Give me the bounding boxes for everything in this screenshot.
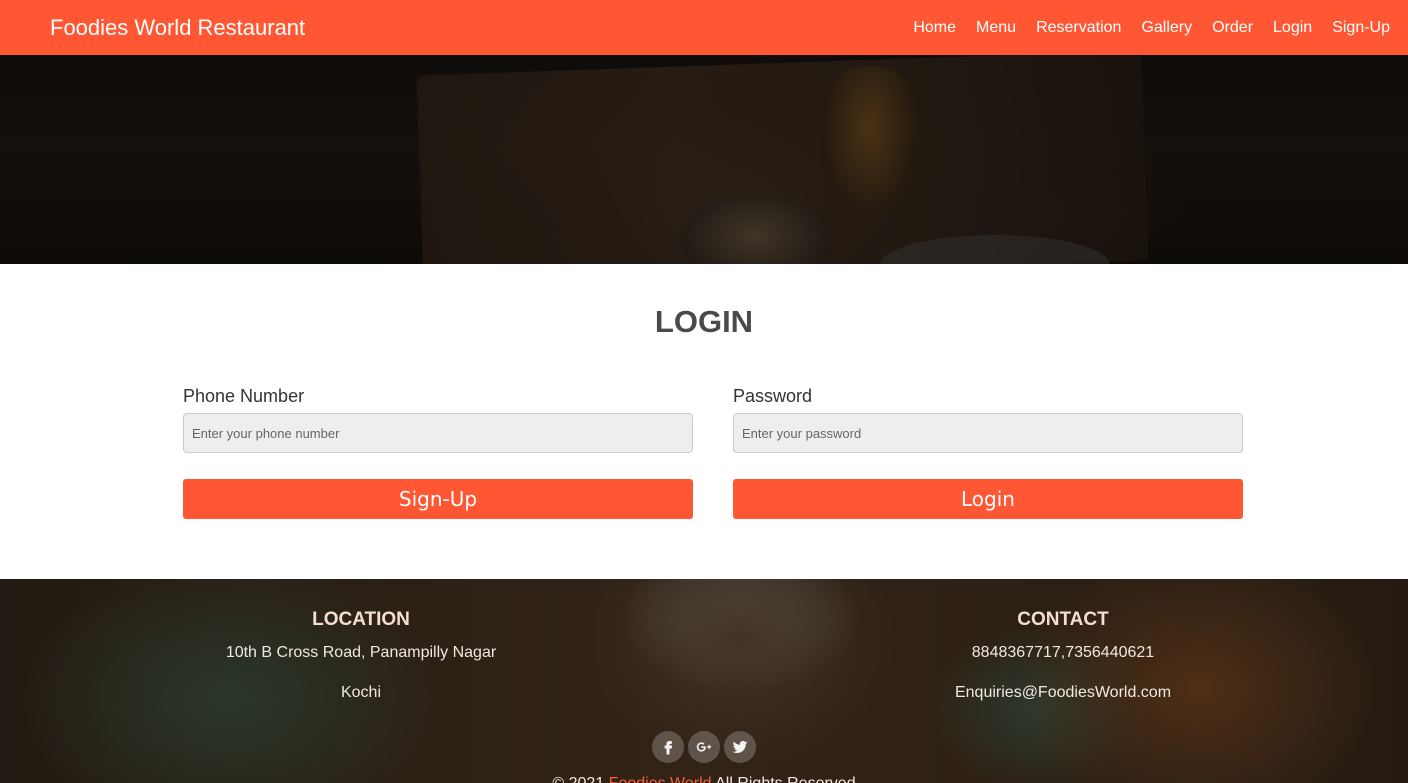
hero-overlay: [0, 55, 1408, 264]
location-address: 10th B Cross Road, Panampilly Nagar: [225, 644, 497, 661]
social-links: [0, 731, 1408, 763]
footer: LOCATION 10th B Cross Road, Panampilly N…: [0, 579, 1408, 783]
password-field-group: Password: [733, 386, 1243, 453]
location-heading: LOCATION: [312, 609, 410, 630]
phone-label: Phone Number: [183, 386, 305, 406]
nav-link-order[interactable]: Order: [1212, 19, 1253, 37]
nav-link-login[interactable]: Login: [1273, 19, 1312, 37]
contact-phone: 8848367717,7356440621: [971, 644, 1155, 661]
nav-link-signup[interactable]: Sign-Up: [1332, 19, 1390, 37]
password-label: Password: [733, 386, 813, 406]
location-city: Kochi: [340, 684, 382, 701]
top-navbar: Foodies World Restaurant Home Menu Reser…: [0, 0, 1408, 55]
login-button[interactable]: Login: [733, 479, 1243, 519]
password-input[interactable]: [733, 413, 1243, 453]
phone-field-group: Phone Number: [183, 386, 693, 453]
google-plus-icon[interactable]: [688, 731, 720, 763]
facebook-icon[interactable]: [652, 731, 684, 763]
hero-banner: [0, 55, 1408, 264]
nav-link-home[interactable]: Home: [913, 19, 956, 37]
signup-button[interactable]: Sign-Up: [183, 479, 693, 519]
login-section: LOGIN Phone Number Password Sign-Up Logi…: [0, 264, 1408, 579]
twitter-icon[interactable]: [724, 731, 756, 763]
nav-link-gallery[interactable]: Gallery: [1141, 19, 1192, 37]
nav-link-menu[interactable]: Menu: [976, 19, 1016, 37]
location-block: LOCATION 10th B Cross Road, Panampilly N…: [161, 609, 561, 724]
copyright-prefix: © 2021: [552, 775, 608, 783]
nav-link-reservation[interactable]: Reservation: [1036, 19, 1121, 37]
brand-title[interactable]: Foodies World Restaurant: [50, 15, 305, 41]
contact-block: CONTACT 8848367717,7356440621 Enquiries@…: [863, 609, 1263, 724]
copyright-brand-link[interactable]: Foodies World: [609, 775, 712, 783]
nav-links: Home Menu Reservation Gallery Order Logi…: [893, 19, 1390, 37]
login-title: LOGIN: [654, 304, 754, 339]
contact-heading: CONTACT: [1017, 609, 1109, 630]
copyright-suffix: All Rights Reserved: [712, 775, 856, 783]
phone-input[interactable]: [183, 413, 693, 453]
contact-email[interactable]: Enquiries@FoodiesWorld.com: [863, 684, 1263, 724]
copyright-text: © 2021 Foodies World All Rights Reserved: [0, 775, 1408, 783]
